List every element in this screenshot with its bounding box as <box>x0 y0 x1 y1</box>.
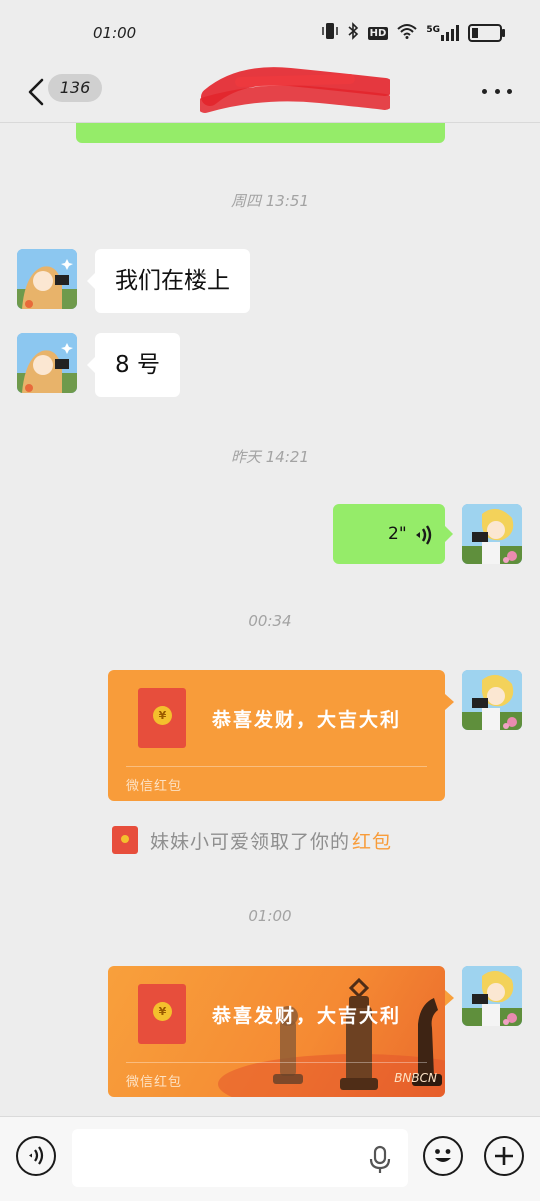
red-packet-title: 恭喜发财，大吉大利 <box>212 1005 402 1027</box>
bubble-tail <box>445 990 454 1006</box>
emoji-icon <box>435 1149 451 1162</box>
red-packet-footer: 微信红包 <box>126 1075 183 1090</box>
back-icon[interactable] <box>22 72 50 112</box>
self-avatar[interactable] <box>462 504 522 564</box>
unread-count-badge[interactable]: 136 <box>48 74 102 102</box>
notice-red-packet-link[interactable]: 红包 <box>352 827 392 854</box>
red-packet-small-icon <box>112 826 138 854</box>
redaction-scribble <box>200 67 390 113</box>
timestamp: 周四 13:51 <box>231 192 309 210</box>
red-packet-icon: ¥ <box>138 688 186 748</box>
input-bar <box>0 1116 540 1201</box>
5g-signal-icon: 5G <box>426 25 459 41</box>
red-packet-card[interactable]: ¥ 恭喜发财，大吉大利 微信红包 BNBCN <box>108 966 445 1097</box>
chat-header: 136 <box>0 62 540 123</box>
wifi-icon <box>397 23 418 43</box>
plus-icon <box>495 1147 513 1165</box>
received-message-bubble[interactable]: 8 号 <box>87 333 180 397</box>
previous-message-bubble[interactable] <box>76 123 445 143</box>
red-packet-title: 恭喜发财，大吉大利 <box>212 709 402 731</box>
voice-wave-icon <box>416 525 432 545</box>
red-packet-brand: BNBCN <box>394 1071 437 1085</box>
timestamp: 01:00 <box>248 907 292 925</box>
more-actions-button[interactable] <box>484 1136 524 1176</box>
notice-text: 妹妹小可爱领取了你的 <box>150 830 351 853</box>
contact-avatar[interactable] <box>17 249 77 309</box>
voice-message-bubble[interactable]: 2" <box>333 504 453 564</box>
voice-mode-icon <box>29 1146 44 1165</box>
status-time: 01:00 <box>93 24 137 42</box>
bubble-tail <box>445 694 454 710</box>
self-avatar[interactable] <box>462 670 522 730</box>
message-input[interactable] <box>72 1129 408 1187</box>
red-packet-claimed-notice: 妹妹小可爱领取了你的 红包 <box>112 825 392 855</box>
red-packet-icon: ¥ <box>138 984 186 1044</box>
network-label: 5G <box>426 25 440 35</box>
self-avatar[interactable] <box>462 966 522 1026</box>
emoji-button[interactable] <box>423 1136 463 1176</box>
battery-icon <box>468 24 505 42</box>
red-packet-footer: 微信红包 <box>126 779 183 794</box>
hd-icon: HD <box>367 26 389 40</box>
message-text: 我们在楼上 <box>115 268 230 294</box>
microphone-icon[interactable] <box>369 1145 391 1175</box>
divider <box>126 766 427 767</box>
bluetooth-icon <box>347 22 359 44</box>
timestamp: 00:34 <box>248 612 292 630</box>
more-icon[interactable] <box>482 86 512 96</box>
message-text: 8 号 <box>115 352 160 378</box>
red-packet-card[interactable]: ¥ 恭喜发财，大吉大利 微信红包 <box>108 670 445 801</box>
status-icons: HD 5G <box>321 22 505 44</box>
voice-duration: 2" <box>388 524 407 544</box>
voice-input-button[interactable] <box>16 1136 56 1176</box>
status-bar: 01:00 HD 5G <box>0 0 540 62</box>
contact-name <box>195 62 395 122</box>
received-message-bubble[interactable]: 我们在楼上 <box>87 249 250 313</box>
divider <box>126 1062 427 1063</box>
timestamp: 昨天 14:21 <box>231 448 309 466</box>
vibrate-icon <box>321 22 338 44</box>
contact-avatar[interactable] <box>17 333 77 393</box>
